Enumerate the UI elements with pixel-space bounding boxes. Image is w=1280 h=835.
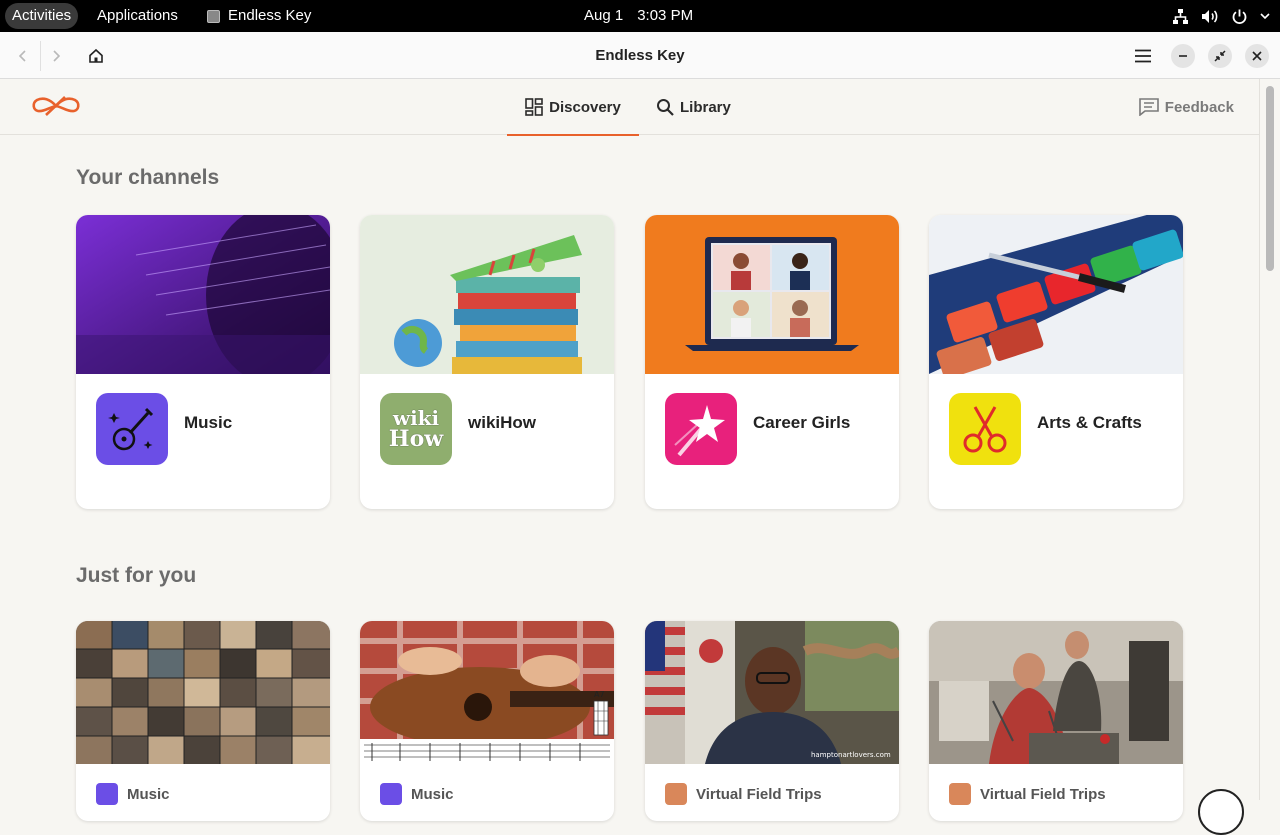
- video-thumbnail: A7: [360, 621, 614, 764]
- clock[interactable]: Aug 1 3:03 PM: [584, 0, 693, 32]
- guitar-icon: [96, 393, 168, 465]
- music-channel-icon: [380, 783, 402, 805]
- grid-icon: [525, 98, 543, 116]
- network-icon: [1172, 8, 1189, 25]
- home-icon: [89, 48, 103, 63]
- feedback-icon: [1138, 98, 1159, 116]
- recommendation-meta: Music: [96, 783, 170, 805]
- search-icon: [657, 99, 674, 116]
- focused-app-menu[interactable]: Endless Key: [207, 0, 311, 32]
- channel-name: wikiHow: [468, 413, 537, 432]
- forward-button[interactable]: [41, 41, 71, 71]
- unmaximize-icon: [1214, 50, 1226, 62]
- channel-card-music[interactable]: Music: [76, 215, 330, 509]
- chevron-down-icon: [1260, 11, 1270, 21]
- video-watermark: hamptonartlovers.com: [811, 751, 891, 759]
- tab-discovery[interactable]: Discovery: [507, 79, 639, 136]
- recommendation-card[interactable]: A7 Music: [360, 621, 614, 821]
- system-tray[interactable]: [1172, 0, 1270, 32]
- close-icon: [1252, 51, 1262, 61]
- star-icon: [665, 393, 737, 465]
- scissors-icon: [949, 393, 1021, 465]
- video-thumbnail: [76, 621, 330, 764]
- minimize-icon: [1179, 55, 1187, 57]
- wikihow-logo: wiki How: [380, 393, 452, 465]
- clock-time: 3:03 PM: [637, 7, 694, 24]
- app-icon: [207, 9, 220, 23]
- virtual-field-trips-channel-icon: [665, 783, 687, 805]
- recommendation-meta: Virtual Field Trips: [949, 783, 1106, 805]
- recommendation-card[interactable]: Virtual Field Trips: [929, 621, 1183, 821]
- clock-date: Aug 1: [584, 7, 624, 24]
- recommendation-meta: Music: [380, 783, 454, 805]
- chord-label: A7: [594, 690, 605, 699]
- video-thumbnail: hamptonartlovers.com: [645, 621, 899, 764]
- channel-name: Career Girls: [753, 413, 851, 432]
- scrollbar-thumb[interactable]: [1266, 86, 1274, 271]
- applications-menu[interactable]: Applications: [97, 0, 178, 32]
- home-button[interactable]: [81, 41, 111, 71]
- channel-card-career-girls[interactable]: Career Girls: [645, 215, 899, 509]
- activities-button[interactable]: Activities: [5, 3, 79, 29]
- recommendation-meta: Virtual Field Trips: [665, 783, 822, 805]
- channel-name: Arts & Crafts: [1037, 413, 1142, 432]
- virtual-field-trips-channel-icon: [949, 783, 971, 805]
- channel-card-wikihow[interactable]: wiki How wikiHow: [360, 215, 614, 509]
- chevron-right-icon: [53, 50, 61, 62]
- main-menu-button[interactable]: [1128, 41, 1158, 71]
- music-channel-icon: [96, 783, 118, 805]
- scroll-to-top-button[interactable]: [1198, 789, 1244, 835]
- tab-library[interactable]: Library: [656, 79, 731, 135]
- channel-banner-career-girls: [645, 215, 899, 374]
- hamburger-menu-icon: [1135, 49, 1151, 63]
- channel-banner-wikihow: [360, 215, 614, 374]
- minimize-button[interactable]: [1171, 44, 1195, 68]
- recommendation-card[interactable]: hamptonartlovers.com Virtual Field Trips: [645, 621, 899, 821]
- volume-icon: [1201, 8, 1219, 25]
- restore-button[interactable]: [1208, 44, 1232, 68]
- feedback-button[interactable]: Feedback: [1138, 79, 1234, 135]
- feedback-label: Feedback: [1164, 98, 1234, 116]
- focused-app-name: Endless Key: [228, 7, 312, 24]
- close-button[interactable]: [1245, 44, 1269, 68]
- channel-banner-music: [76, 215, 330, 374]
- window-headerbar: Endless Key: [0, 32, 1280, 79]
- system-top-bar: Activities Applications Endless Key Aug …: [0, 0, 1280, 32]
- tab-discovery-label: Discovery: [549, 98, 621, 116]
- chevron-left-icon: [18, 50, 26, 62]
- channel-name: Music: [184, 413, 233, 432]
- back-button[interactable]: [8, 41, 38, 71]
- section-title-channels: Your channels: [76, 166, 220, 189]
- power-icon: [1231, 8, 1248, 25]
- section-title-recommended: Just for you: [76, 564, 197, 587]
- endless-key-logo-icon[interactable]: [30, 93, 82, 124]
- tab-library-label: Library: [680, 98, 731, 116]
- video-thumbnail: [929, 621, 1183, 764]
- channel-banner-arts-crafts: [929, 215, 1183, 374]
- recommendation-card[interactable]: Music: [76, 621, 330, 821]
- channel-card-arts-crafts[interactable]: Arts & Crafts: [929, 215, 1183, 509]
- app-navigation-bar: Discovery Library Feedback: [0, 79, 1259, 136]
- window-title: Endless Key: [595, 47, 685, 64]
